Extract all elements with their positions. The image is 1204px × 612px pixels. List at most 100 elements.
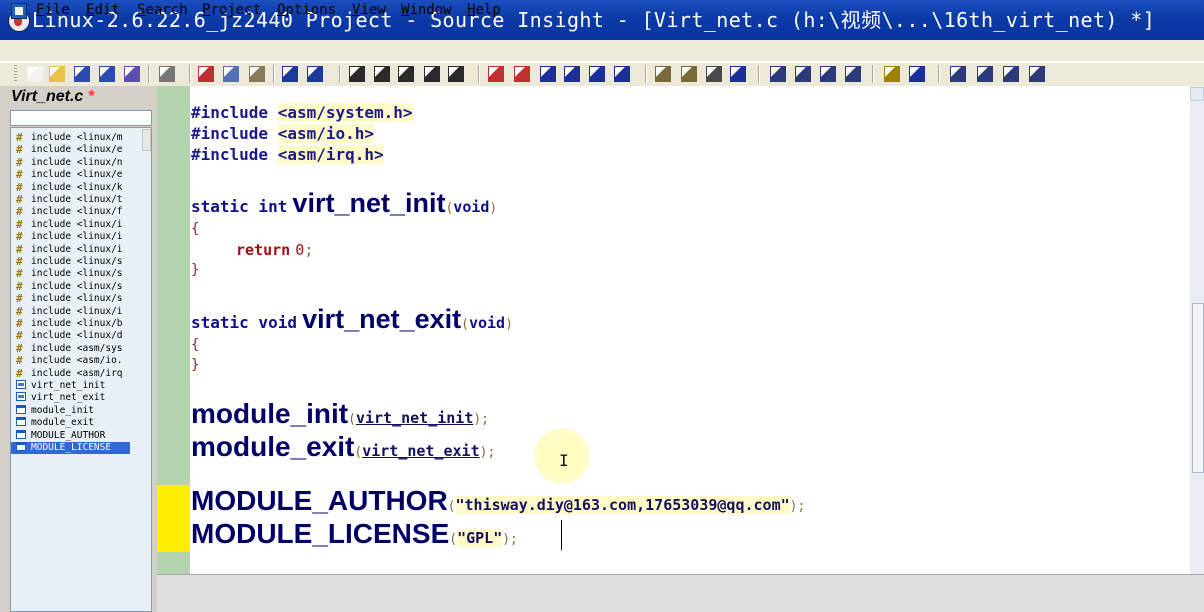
symbol-window-icon[interactable] <box>681 66 697 82</box>
scrollbar-thumb[interactable] <box>1192 303 1204 473</box>
forward-icon[interactable] <box>564 66 580 82</box>
symbol-item[interactable]: include <linux/t <box>11 194 135 206</box>
code-line-exit-signature[interactable]: static void virt_net_exit(void) <box>191 301 513 343</box>
copy-icon[interactable] <box>223 66 239 82</box>
function-icon <box>16 392 26 402</box>
symbol-item[interactable]: include <linux/s <box>11 268 135 280</box>
symbol-item[interactable]: include <asm/sys <box>11 343 135 355</box>
symbol-item[interactable]: include <linux/i <box>11 231 135 243</box>
new-file-icon[interactable] <box>27 66 43 82</box>
tile-horizontal-icon[interactable] <box>770 66 786 82</box>
menu-view[interactable]: View <box>352 0 386 21</box>
open-file-icon[interactable] <box>49 66 65 82</box>
code-line-init-signature[interactable]: static int virt_net_init(void) <box>191 185 497 227</box>
bookmark-list-icon[interactable] <box>514 66 530 82</box>
search-files-icon[interactable] <box>374 66 390 82</box>
symbol-item[interactable]: include <linux/i <box>11 219 135 231</box>
symbol-item[interactable]: virt_net_init <box>11 380 135 392</box>
replace-icon[interactable] <box>424 66 440 82</box>
close-file-icon[interactable] <box>124 66 140 82</box>
code-line-module-license[interactable]: MODULE_LICENSE("GPL"); <box>191 516 518 558</box>
menu-search[interactable]: Search <box>137 0 188 21</box>
include-icon <box>16 269 26 278</box>
close-paren: ); <box>502 532 518 547</box>
symbol-item[interactable]: include <asm/io. <box>11 355 135 367</box>
symbol-item[interactable]: include <linux/s <box>11 256 135 268</box>
menu-window[interactable]: Window <box>401 0 452 21</box>
menu-options[interactable]: Options <box>277 0 336 21</box>
cascade-icon[interactable] <box>845 66 861 82</box>
symbol-item[interactable]: module_exit <box>11 417 135 429</box>
code-line-module-exit[interactable]: module_exit(virt_net_exit); <box>191 429 495 471</box>
symbol-item[interactable]: include <linux/b <box>11 318 135 330</box>
symbol-item[interactable]: include <linux/e <box>11 144 135 156</box>
symbol-item-label: include <linux/e <box>31 169 123 181</box>
symbol-item[interactable]: include <linux/n <box>11 157 135 169</box>
menu-project[interactable]: Project <box>202 0 261 21</box>
symbol-item[interactable]: include <linux/s <box>11 293 135 305</box>
status-area <box>157 574 1204 612</box>
tile-vertical-icon[interactable] <box>795 66 811 82</box>
save-icon[interactable] <box>74 66 90 82</box>
brace-open[interactable]: { <box>191 337 199 353</box>
symbol-item[interactable]: include <linux/e <box>11 169 135 181</box>
save-all-icon[interactable] <box>99 66 115 82</box>
brace-open[interactable]: { <box>191 221 199 237</box>
text-caret <box>561 520 562 550</box>
help-icon[interactable] <box>1029 66 1045 82</box>
code-line-return[interactable]: return 0; <box>236 240 313 260</box>
symbol-item[interactable]: include <linux/k <box>11 182 135 194</box>
brace-close[interactable]: } <box>191 357 199 373</box>
symbol-item[interactable]: virt_net_exit <box>11 392 135 404</box>
symbol-item[interactable]: include <linux/f <box>11 206 135 218</box>
code-line-include-system[interactable]: #include <asm/system.h> <box>191 103 413 123</box>
redo-icon[interactable] <box>307 66 323 82</box>
select-icon[interactable] <box>909 66 925 82</box>
symbol-item[interactable]: include <linux/i <box>11 306 135 318</box>
symbol-item[interactable]: include <linux/i <box>11 244 135 256</box>
include-path: <asm/system.h> <box>277 103 413 122</box>
bookmark-icon[interactable] <box>488 66 504 82</box>
paste-icon[interactable] <box>249 66 265 82</box>
window-title: Linux-2.6.22.6_jz2440 Project - Source I… <box>32 8 1156 32</box>
symbol-item[interactable]: include <asm/irq <box>11 368 135 380</box>
document-system-menu-icon[interactable] <box>11 3 27 19</box>
symbol-item[interactable]: include <linux/d <box>11 330 135 342</box>
tree-icon[interactable] <box>1003 66 1019 82</box>
jump-icon[interactable] <box>589 66 605 82</box>
symbol-filter-input[interactable] <box>10 110 152 126</box>
undo-icon[interactable] <box>282 66 298 82</box>
close-paren: ); <box>789 499 806 514</box>
context-window-icon[interactable] <box>706 66 722 82</box>
code-line-include-irq[interactable]: #include <asm/irq.h> <box>191 145 384 165</box>
browse-icon[interactable] <box>977 66 993 82</box>
menu-file[interactable]: File <box>36 0 70 21</box>
back-icon[interactable] <box>540 66 556 82</box>
jump-list-icon[interactable] <box>614 66 630 82</box>
print-icon[interactable] <box>159 66 175 82</box>
symbol-list[interactable]: include <linux/minclude <linux/einclude … <box>10 127 152 612</box>
menu-edit[interactable]: Edit <box>86 0 120 21</box>
symbol-list-scroll-up[interactable] <box>142 129 151 151</box>
scroll-up-button[interactable] <box>1190 87 1204 101</box>
search-project-icon[interactable] <box>398 66 414 82</box>
menu-help[interactable]: Help <box>467 0 501 21</box>
symbol-item[interactable]: MODULE_LICENSE <box>11 442 130 455</box>
brace-close[interactable]: } <box>191 262 199 278</box>
project-window-icon[interactable] <box>655 66 671 82</box>
include-icon <box>16 319 26 328</box>
file-name: Virt_net.c <box>11 88 84 105</box>
symbol-item[interactable]: MODULE_AUTHOR <box>11 429 135 442</box>
lock-icon[interactable] <box>950 66 966 82</box>
symbol-item[interactable]: include <linux/s <box>11 281 135 293</box>
search-icon[interactable] <box>349 66 365 82</box>
tile-one-icon[interactable] <box>820 66 836 82</box>
code-line-include-io[interactable]: #include <asm/io.h> <box>191 124 375 144</box>
relation-window-icon[interactable] <box>730 66 746 82</box>
cut-icon[interactable] <box>198 66 214 82</box>
lookup-references-icon[interactable] <box>448 66 464 82</box>
symbol-item[interactable]: module_init <box>11 404 135 417</box>
toolbar-grip[interactable] <box>14 65 17 83</box>
symbol-item[interactable]: include <linux/m <box>11 132 135 144</box>
symbol-info-icon[interactable] <box>884 66 900 82</box>
